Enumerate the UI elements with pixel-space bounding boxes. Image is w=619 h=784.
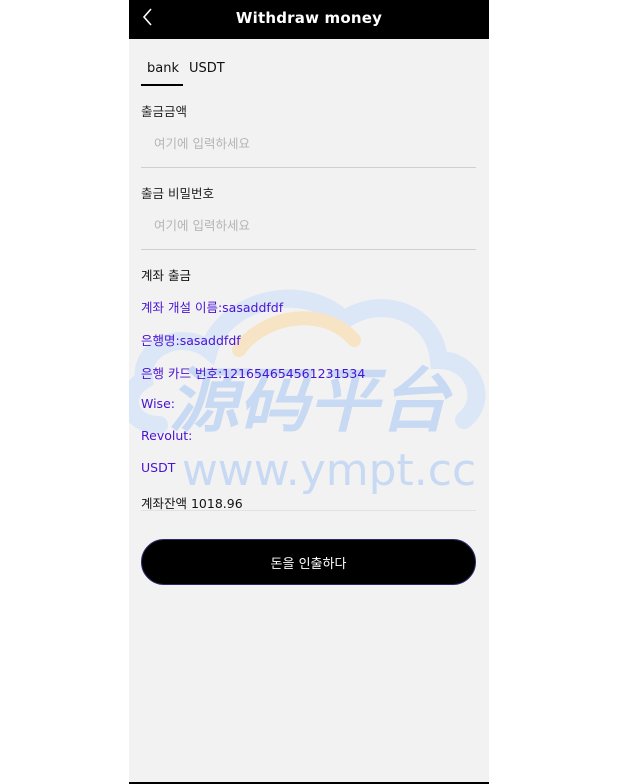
watermark-url: www.ympt.cc bbox=[182, 445, 476, 496]
phone-screen: Withdraw money bank USDT 源码平台 www.ympt.c… bbox=[129, 0, 489, 784]
bank-name: 은행명:sasaddfdf bbox=[141, 333, 241, 348]
page-title: Withdraw money bbox=[235, 9, 383, 27]
amount-input[interactable] bbox=[141, 128, 476, 158]
withdraw-button[interactable]: 돈을 인출하다 bbox=[141, 539, 476, 585]
withdraw-method-tabs: bank USDT bbox=[141, 56, 231, 88]
tab-usdt[interactable]: USDT bbox=[183, 56, 231, 86]
account-section-title: 계좌 출금 bbox=[141, 268, 191, 283]
wise-account: Wise: bbox=[141, 396, 175, 411]
amount-label: 출금금액 bbox=[141, 104, 188, 119]
usdt-account: USDT bbox=[141, 460, 176, 475]
amount-divider bbox=[141, 167, 476, 168]
watermark-logo: 源码平台 www.ympt.cc bbox=[129, 289, 486, 496]
balance-divider bbox=[141, 510, 476, 511]
card-number: 은행 카드 번호:121654654561231534 bbox=[141, 366, 366, 381]
account-name: 계좌 개설 이름:sasaddfdf bbox=[141, 300, 284, 315]
tab-bank[interactable]: bank bbox=[141, 56, 183, 86]
password-input[interactable] bbox=[141, 210, 476, 240]
password-divider bbox=[141, 249, 476, 250]
revolut-account: Revolut: bbox=[141, 428, 193, 443]
password-label: 출금 비밀번호 bbox=[141, 186, 214, 201]
header-bar: Withdraw money bbox=[129, 0, 489, 39]
